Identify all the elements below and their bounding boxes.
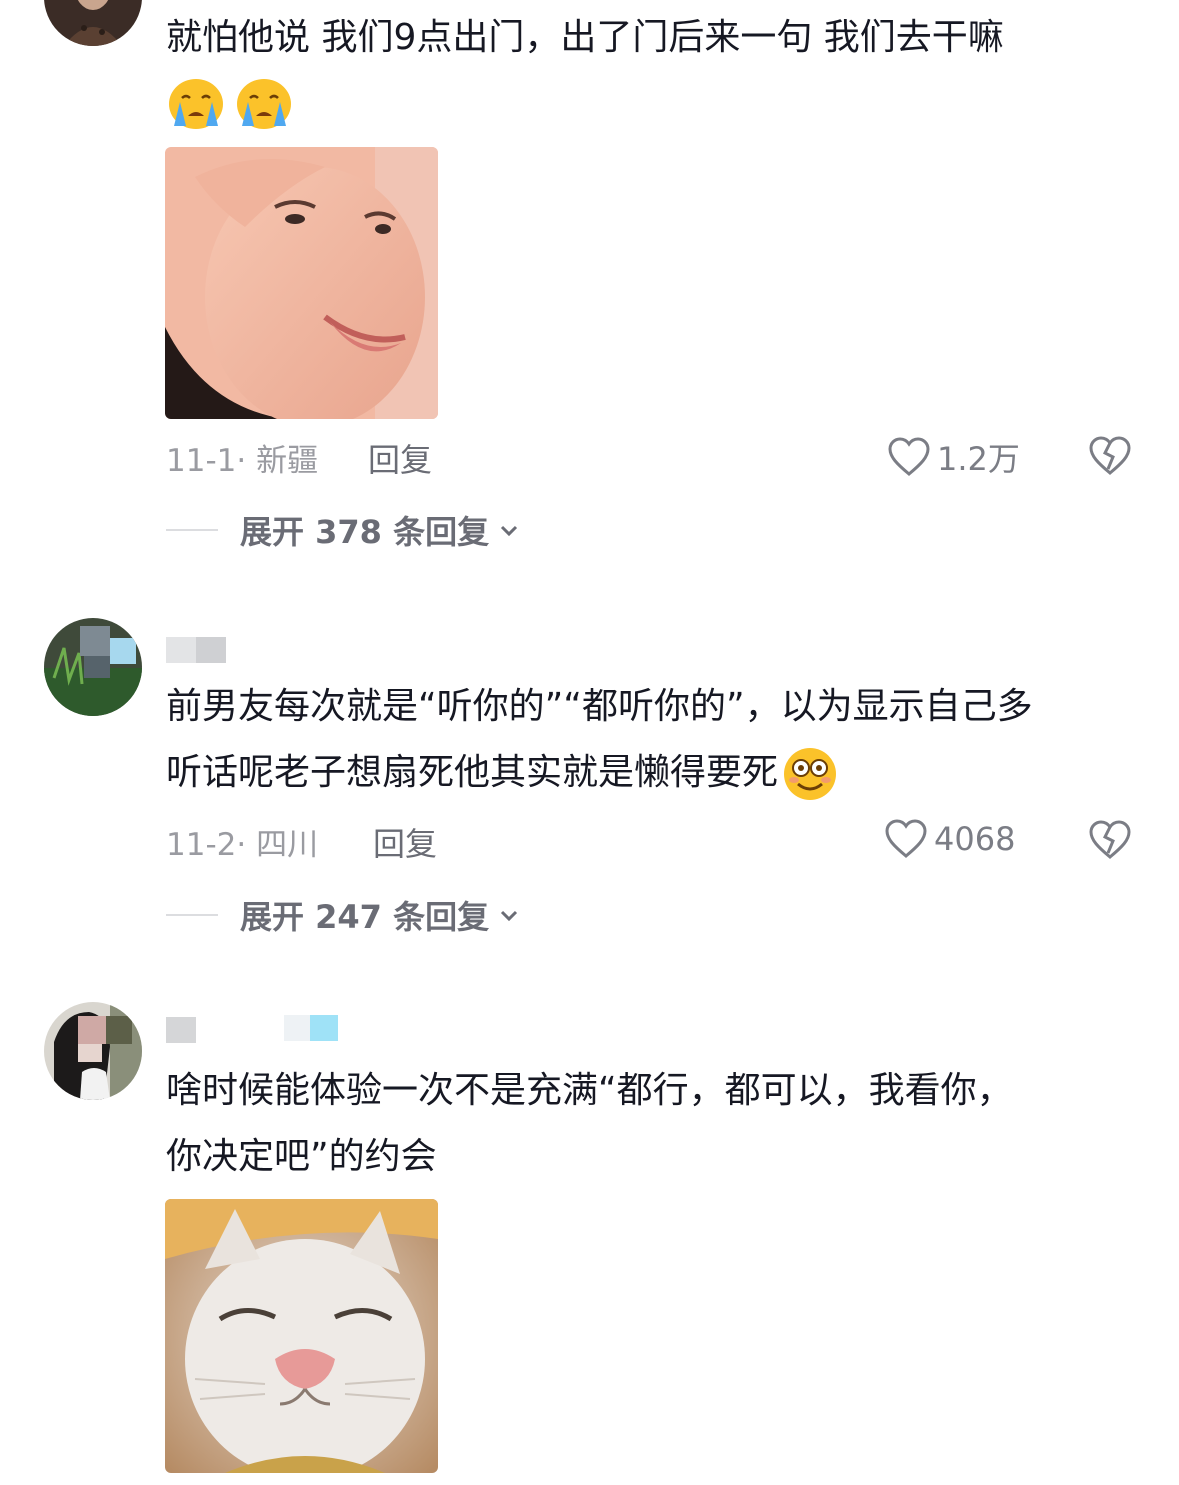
comment-text: 前男友每次就是“听你的”“都听你的”，以为显示自己多 听话呢老子想扇死他其实就是…	[166, 674, 1033, 806]
broken-heart-icon[interactable]	[1088, 818, 1132, 862]
expand-replies-button[interactable]: 展开 378 条回复	[166, 507, 521, 553]
comment-text-line: 就怕他说 我们9点出门，出了门后来一句 我们去干嘛	[166, 17, 1004, 58]
username-blurred[interactable]	[166, 637, 226, 663]
reply-button[interactable]: 回复	[373, 819, 437, 865]
emoji-row	[166, 74, 294, 134]
divider	[166, 529, 218, 531]
chevron-down-icon	[501, 525, 518, 537]
broken-heart-icon[interactable]	[1088, 434, 1132, 478]
comment-text-line: 啥时候能体验一次不是充满“都行，都可以，我看你，	[166, 1070, 1013, 1111]
comment-image[interactable]	[165, 147, 438, 419]
expand-replies-button[interactable]: 展开 247 条回复	[166, 892, 521, 938]
crying-face-icon	[169, 79, 223, 129]
like-button[interactable]: 4068	[884, 818, 1015, 860]
heart-outline-icon	[888, 437, 930, 476]
comment-text: 就怕他说 我们9点出门，出了门后来一句 我们去干嘛	[166, 5, 1004, 71]
username-blurred[interactable]	[166, 1015, 346, 1043]
like-count: 1.2万	[937, 440, 1020, 478]
comment-meta: 11-1· 新疆	[166, 435, 318, 480]
like-button[interactable]: 1.2万	[887, 434, 1020, 480]
like-count: 4068	[934, 820, 1016, 858]
comment-location: 四川	[256, 827, 319, 863]
heart-outline-icon	[885, 819, 927, 858]
dizzy-smile-face-icon	[784, 748, 837, 800]
avatar[interactable]	[44, 0, 142, 46]
comment-text: 啥时候能体验一次不是充满“都行，都可以，我看你， 你决定吧”的约会	[166, 1058, 1013, 1190]
comment-image[interactable]	[165, 1199, 438, 1473]
meta-separator: ·	[236, 443, 257, 479]
crying-face-icon	[237, 79, 291, 129]
comment-meta: 11-2· 四川	[166, 819, 318, 864]
chevron-down-icon	[501, 910, 518, 922]
comment-location: 新疆	[256, 443, 319, 479]
divider	[166, 914, 218, 916]
comment-date: 11-1	[166, 443, 237, 479]
reply-button[interactable]: 回复	[368, 435, 432, 481]
comment-text-line: 前男友每次就是“听你的”“都听你的”，以为显示自己多	[166, 686, 1033, 727]
expand-replies-label: 展开 247 条回复	[240, 898, 490, 936]
avatar[interactable]	[44, 1002, 142, 1100]
comment-date: 11-2	[166, 827, 237, 863]
comment-text-line: 你决定吧”的约会	[166, 1136, 437, 1177]
expand-replies-label: 展开 378 条回复	[240, 513, 490, 551]
avatar[interactable]	[44, 618, 142, 716]
comment-text-line: 听话呢老子想扇死他其实就是懒得要死	[166, 752, 779, 793]
meta-separator: ·	[236, 827, 257, 863]
